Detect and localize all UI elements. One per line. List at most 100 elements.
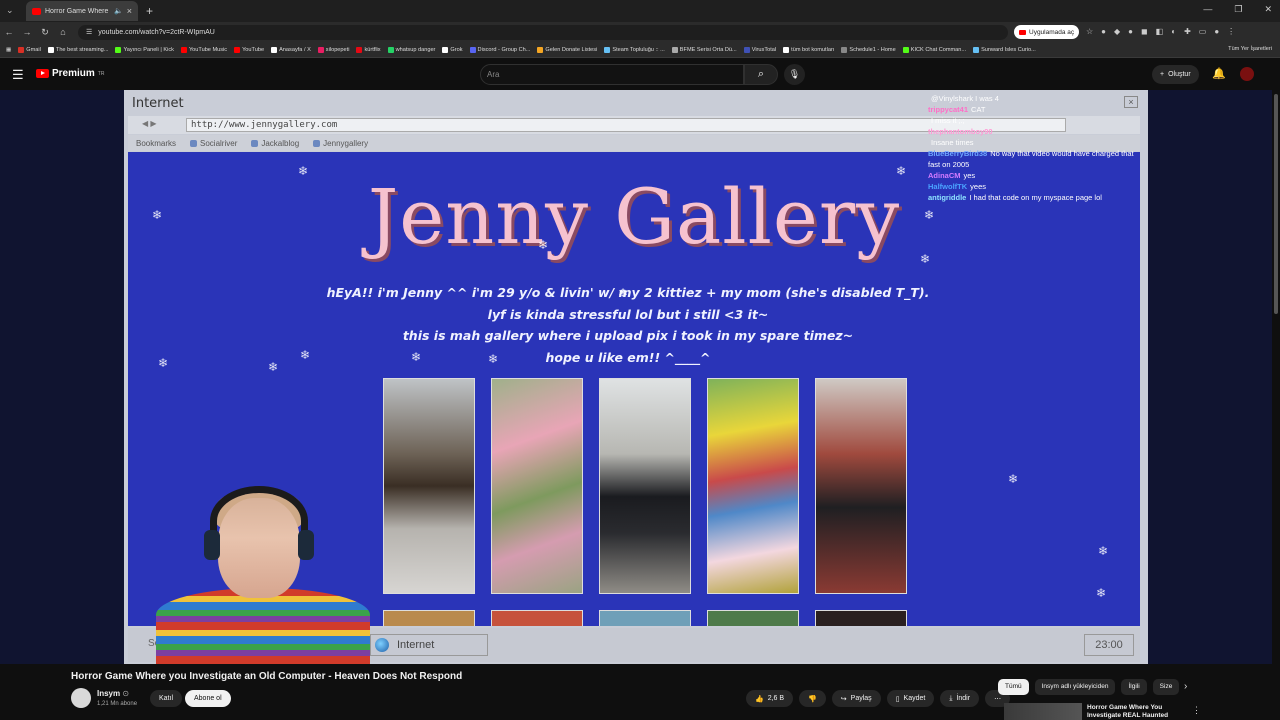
hamburger-menu-icon[interactable]: ☰	[12, 67, 24, 83]
extension-icon[interactable]: ◐	[1171, 27, 1176, 36]
open-in-app-button[interactable]: Uygulamada aç	[1014, 25, 1080, 39]
puzzle-icon[interactable]: ✚	[1184, 27, 1191, 36]
all-bookmarks[interactable]: Tüm Yer İşaretleri	[1228, 46, 1272, 52]
bookmark-label: VirusTotal	[751, 46, 777, 53]
video-player[interactable]: Internet × ◀ ▶ http://www.jennygallery.c…	[0, 90, 1272, 664]
snowflake-icon: ❄	[152, 208, 163, 222]
like-button[interactable]: 👍 2,6 B	[746, 690, 794, 707]
notifications-bell-icon[interactable]: 🔔	[1212, 67, 1226, 80]
extension-icon[interactable]: ●	[1101, 27, 1106, 36]
save-button[interactable]: ▯ Kaydet	[886, 690, 935, 707]
speaker-icon[interactable]: 🔈	[114, 7, 123, 15]
bookmark-favicon-icon	[743, 46, 750, 53]
bookmark-label: Sunward Isles Curio...	[981, 46, 1036, 53]
bookmark-item[interactable]: Yayıncı Paneli | Kick	[115, 46, 174, 53]
snowflake-icon: ❄	[896, 164, 907, 178]
like-count: 2,6 B	[767, 695, 785, 702]
chat-text: yees	[970, 182, 987, 191]
bookmark-label: Anasayfa / X	[279, 46, 311, 53]
chat-message: HalfwolfTK yees	[928, 181, 1143, 192]
join-button[interactable]: Katıl	[150, 690, 183, 707]
new-tab-icon[interactable]: +	[146, 4, 153, 18]
filter-chip[interactable]: Insym adlı yükleyiciden	[1034, 679, 1116, 695]
menu-icon[interactable]: ⋮	[1227, 27, 1235, 36]
bookmark-item[interactable]: Grok	[442, 46, 463, 53]
scrollbar-thumb[interactable]	[1274, 94, 1278, 314]
extension-icon[interactable]: ◧	[1156, 27, 1164, 36]
bookmark-item[interactable]: silopepeti	[317, 46, 349, 53]
create-button[interactable]: + Oluştur	[1152, 65, 1199, 84]
bookmark-item[interactable]: BFME Serisi Orta Dü...	[671, 46, 737, 53]
headset-earcup	[204, 530, 220, 560]
bookmark-item[interactable]: Anasayfa / X	[271, 46, 311, 53]
bookmark-item[interactable]: Schedule1 - Home	[841, 46, 896, 53]
site-info-icon[interactable]: ☰	[86, 28, 92, 36]
address-bar[interactable]: ☰ youtube.com/watch?v=2ctR-WIpmAU	[78, 24, 1008, 40]
filter-chip[interactable]: Tümü	[998, 679, 1029, 695]
snowflake-icon: ❄	[920, 252, 931, 266]
photo-thumbnail	[707, 610, 799, 626]
forward-icon[interactable]: →	[18, 27, 36, 37]
bookmark-item[interactable]: KICK Chat Comman...	[902, 46, 966, 53]
bookmark-item[interactable]: Gelen Donate Listesi	[537, 46, 597, 53]
bookmark-favicon-icon	[234, 46, 241, 53]
subscribe-button[interactable]: Abone ol	[185, 690, 231, 707]
download-button[interactable]: ⤓ İndir	[940, 690, 980, 707]
minimize-icon[interactable]: —	[1203, 4, 1212, 15]
filter-chip[interactable]: Size	[1152, 679, 1180, 695]
share-button[interactable]: ↪ Paylaş	[831, 690, 881, 707]
snowflake-icon: ❄	[298, 164, 309, 178]
bookmark-star-icon[interactable]: ☆	[1086, 27, 1093, 36]
recommendation-more-icon[interactable]: ⋮	[1192, 705, 1201, 716]
downloads-icon[interactable]: ▭	[1199, 27, 1207, 36]
browser-tab[interactable]: Horror Game Where you Inv 🔈 ×	[26, 1, 138, 21]
url-text: youtube.com/watch?v=2ctR-WIpmAU	[98, 28, 215, 36]
bookmark-item[interactable]: Discord - Group Ch...	[469, 46, 530, 53]
dislike-button[interactable]: 👎	[799, 690, 826, 707]
bookmark-item[interactable]: whatsup danger	[387, 46, 435, 53]
chat-message: BlueBerryBird38 No way that video would h…	[928, 148, 1138, 170]
youtube-logo[interactable]: Premium TR	[36, 68, 104, 79]
extension-icon[interactable]: ◆	[1114, 27, 1120, 36]
close-tab-icon[interactable]: ×	[127, 6, 132, 16]
ie-link-icon	[190, 139, 198, 147]
profile-icon[interactable]: ●	[1214, 27, 1219, 36]
bookmark-favicon-icon	[180, 46, 187, 53]
reload-icon[interactable]: ↻	[36, 27, 54, 38]
bookmark-favicon-icon	[442, 46, 449, 53]
ie-link: Jackalblog	[251, 139, 299, 148]
extension-icon[interactable]: ◼	[1141, 27, 1148, 36]
bookmark-item[interactable]: Steam Topluluğu :: ...	[604, 46, 665, 53]
bookmark-item[interactable]: Sunward Isles Curio...	[973, 46, 1036, 53]
close-window-icon[interactable]: ✕	[1264, 4, 1272, 15]
apps-icon[interactable]: ▦	[6, 47, 11, 53]
channel-avatar[interactable]	[71, 688, 91, 708]
bookmark-item[interactable]: YouTube Music	[180, 46, 227, 53]
bookmark-item[interactable]: tüm bot komutları	[783, 46, 834, 53]
bookmark-item[interactable]: VirusTotal	[743, 46, 777, 53]
bookmark-item[interactable]: The best streaming...	[47, 46, 108, 53]
chevron-right-icon[interactable]: ›	[1184, 681, 1187, 692]
search-input[interactable]: Ara	[480, 64, 744, 85]
account-avatar[interactable]	[1240, 67, 1254, 81]
maximize-icon[interactable]: ❐	[1234, 4, 1242, 15]
page-scrollbar[interactable]	[1272, 90, 1280, 720]
channel-name[interactable]: Insym ⊙	[97, 689, 129, 698]
bookmark-favicon-icon	[356, 46, 363, 53]
recommendation-title[interactable]: Horror Game Where You Investigate REAL H…	[1087, 704, 1183, 720]
filter-chip[interactable]: İlgili	[1121, 679, 1147, 695]
back-icon[interactable]: ←	[0, 27, 18, 37]
extension-icon[interactable]: ●	[1128, 27, 1133, 36]
search-button[interactable]: ⌕	[744, 64, 778, 85]
home-icon[interactable]: ⌂	[54, 27, 72, 37]
bookmark-item[interactable]: kürtflix	[356, 46, 381, 53]
tab-search-icon[interactable]: ⌄	[6, 5, 14, 16]
bookmark-item[interactable]: YouTube	[234, 46, 264, 53]
bookmark-item[interactable]: Gmail	[18, 46, 41, 53]
download-label: İndir	[956, 695, 971, 702]
voice-search-button[interactable]: 🎙	[784, 64, 805, 85]
chat-text: yes	[963, 171, 976, 180]
bookmark-label: Steam Topluluğu :: ...	[612, 46, 665, 53]
photo-thumbnail	[383, 610, 475, 626]
recommendation-thumbnail[interactable]	[1004, 703, 1082, 720]
